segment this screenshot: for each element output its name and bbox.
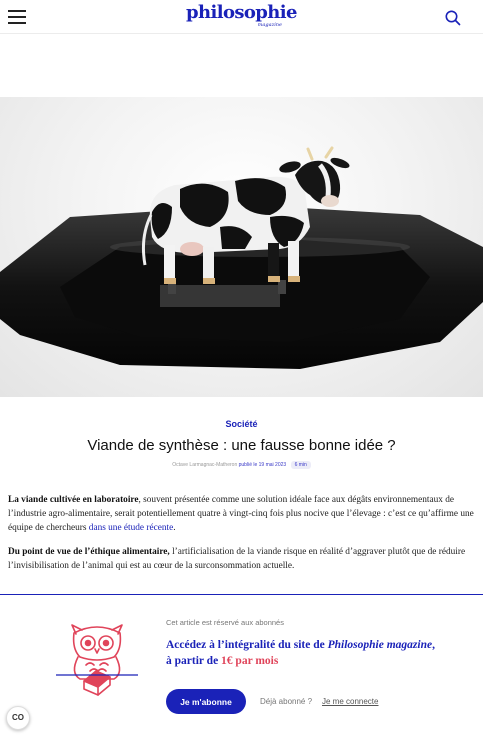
paywall-banner: Cet article est réservé aux abonnés Accé… [0, 594, 483, 735]
login-link[interactable]: Je me connecte [322, 697, 378, 706]
already-subscribed-label: Déjà abonné ? [260, 697, 313, 706]
article-category[interactable]: Société [0, 419, 483, 429]
paywall-offer: Accédez à l’intégralité du site de Philo… [166, 637, 436, 669]
site-header: philosophie magazine [0, 0, 483, 34]
logo-subtitle: magazine [257, 22, 282, 28]
logo-wordmark: philosophie [186, 2, 297, 23]
hamburger-menu-icon[interactable] [8, 10, 26, 24]
hero-image [0, 97, 483, 397]
paragraph-2-lead: Du point de vue de l’éthique alimentaire… [8, 547, 170, 557]
author-name[interactable]: Octave Larmagnac-Matheron [172, 462, 237, 468]
offer-price: 1€ par mois [221, 655, 279, 667]
paragraph-1-lead: La viande cultivée en laboratoire [8, 495, 139, 505]
search-icon[interactable] [444, 9, 462, 27]
cow-on-plate-illustration [0, 146, 483, 369]
subscribe-button[interactable]: Je m'abonne [166, 689, 246, 714]
publication-date: publié le 19 mai 2023 [238, 462, 287, 468]
paywall-reserved-notice: Cet article est réservé aux abonnés [166, 618, 284, 627]
offer-magazine-name: Philosophie magazine [327, 639, 433, 651]
article-paragraph-1: La viande cultivée en laboratoire, souve… [8, 493, 474, 535]
article-paragraph-2: Du point de vue de l’éthique alimentaire… [8, 545, 474, 573]
cookie-consent-button[interactable]: CO [6, 706, 30, 730]
study-link[interactable]: dans une étude récente [89, 523, 173, 533]
reading-time-badge: 6 min [290, 461, 311, 469]
site-logo[interactable]: philosophie magazine [186, 2, 297, 32]
offer-prefix: Accédez à l’intégralité du site de [166, 639, 328, 651]
owl-reading-book-icon [56, 624, 138, 696]
paragraph-1-end: . [173, 523, 176, 533]
article-title: Viande de synthèse : une fausse bonne id… [87, 437, 396, 454]
article-byline: Octave Larmagnac-Matheron publié le 19 m… [0, 461, 483, 469]
